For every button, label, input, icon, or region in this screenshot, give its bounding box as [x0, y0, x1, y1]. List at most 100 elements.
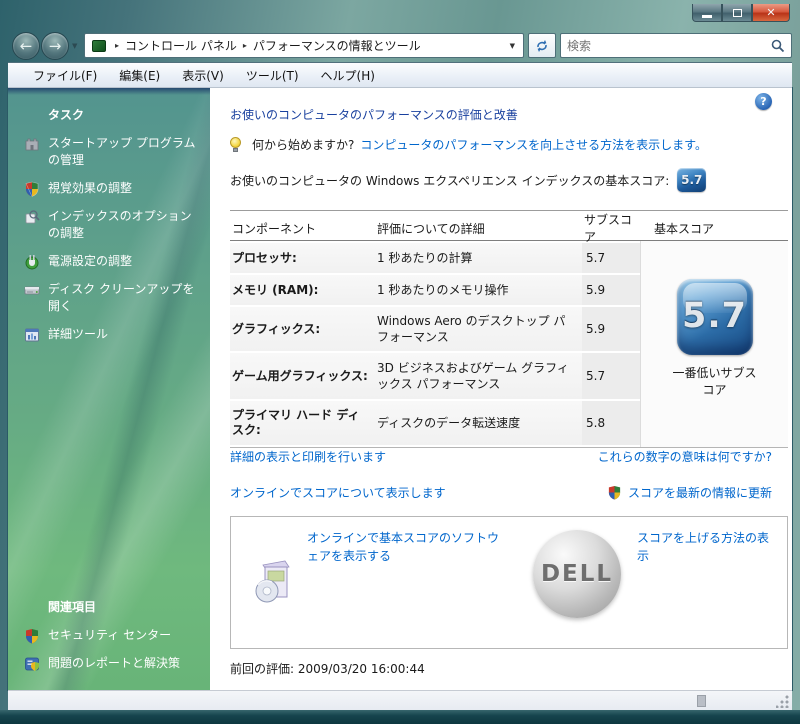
menu-help[interactable]: ヘルプ(H) — [310, 64, 386, 87]
refresh-score-link[interactable]: スコアを最新の情報に更新 — [607, 484, 772, 501]
dell-logo-text: DELL — [540, 561, 614, 587]
security-shield-icon — [26, 629, 38, 644]
view-print-details-link[interactable]: 詳細の表示と印刷を行います — [230, 448, 386, 465]
forward-button[interactable]: → — [41, 32, 69, 60]
row-detail: 1 秒あたりの計算 — [377, 251, 473, 265]
breadcrumb-separator-icon[interactable]: ▸ — [109, 41, 125, 50]
col-header-component: コンポーネント — [232, 221, 317, 236]
base-score-big-badge: 5.7 — [676, 279, 753, 355]
view-scores-online-link[interactable]: オンラインでスコアについて表示します — [230, 484, 446, 501]
row-detail: ディスクのデータ転送速度 — [377, 416, 521, 430]
refresh-button[interactable] — [528, 33, 556, 58]
col-header-subscore: サブスコア — [584, 213, 633, 244]
wei-score-table: コンポーネント 評価についての詳細 サブスコア 基本スコア プロセッサ: 1 秒… — [230, 210, 788, 448]
recent-pages-dropdown[interactable]: ▼ — [72, 42, 77, 50]
row-subscore: 5.7 — [582, 353, 640, 399]
table-body: プロセッサ: 1 秒あたりの計算 5.7 メモリ (RAM): 1 秒あたりのメ… — [230, 241, 788, 447]
table-row: グラフィックス: Windows Aero のデスクトップ パフォーマンス 5.… — [230, 307, 640, 351]
disk-drive-icon — [24, 286, 40, 295]
maximize-icon — [732, 8, 742, 17]
hint-row: 何から始めますか? コンピュータのパフォーマンスを向上させる方法を表示します。 — [230, 136, 707, 153]
sidebar-item-label: セキュリティ センター — [48, 628, 172, 642]
help-button[interactable]: ? — [755, 93, 772, 110]
sidebar-item-label: ディスク クリーンアップを開く — [48, 282, 195, 313]
sidebar-item-adjust-visual-effects[interactable]: 視覚効果の調整 — [24, 180, 196, 197]
sidebar-item-label: 視覚効果の調整 — [48, 181, 133, 195]
sidebar-item-label: 電源設定の調整 — [48, 254, 133, 268]
sidebar-item-manage-startup[interactable]: スタートアップ プログラムの管理 — [24, 135, 196, 169]
table-row: プロセッサ: 1 秒あたりの計算 5.7 — [230, 243, 640, 273]
task-pane: タスク スタートアップ プログラムの管理 視覚効果の調整 インデックスのオプショ… — [8, 88, 210, 690]
hint-prefix: 何から始めますか? — [252, 138, 355, 152]
client-area: タスク スタートアップ プログラムの管理 視覚効果の調整 インデックスのオプショ… — [7, 87, 793, 691]
close-button[interactable]: ✕ — [752, 4, 790, 22]
task-pane-inner: タスク スタートアップ プログラムの管理 視覚効果の調整 インデックスのオプショ… — [8, 88, 210, 671]
back-button[interactable]: ← — [12, 32, 40, 60]
software-box-icon — [255, 560, 290, 603]
search-icon[interactable] — [771, 39, 785, 53]
menu-view[interactable]: 表示(V) — [171, 64, 235, 87]
col-header-basescore: 基本スコア — [654, 221, 715, 236]
base-score-badge: 5.7 — [677, 168, 707, 192]
refresh-icon — [537, 39, 547, 52]
breadcrumb-control-panel[interactable]: コントロール パネル — [125, 37, 237, 54]
minimize-icon — [702, 14, 712, 18]
view-software-online-link[interactable]: オンラインで基本スコアのソフトウェアを表示する — [307, 529, 505, 565]
defender-castle-icon — [25, 138, 39, 151]
breadcrumb-performance-tools[interactable]: パフォーマンスの情報とツール — [253, 37, 421, 54]
tasks-heading: タスク — [48, 108, 85, 122]
refresh-score-label: スコアを最新の情報に更新 — [627, 486, 772, 500]
menu-bar: ファイル(F) 編集(E) 表示(V) ツール(T) ヘルプ(H) — [8, 62, 792, 88]
sidebar-item-security-center[interactable]: セキュリティ センター — [24, 627, 196, 644]
lightbulb-icon — [230, 137, 242, 152]
search-box — [560, 33, 792, 58]
power-plug-icon — [25, 255, 39, 270]
status-bar — [8, 690, 792, 710]
sidebar-item-advanced-tools[interactable]: 詳細ツール — [24, 326, 196, 343]
help-icon: ? — [760, 95, 767, 108]
raise-score-link[interactable]: スコアを上げる方法の表示 — [637, 529, 775, 565]
uac-shield-icon — [25, 181, 39, 197]
minimize-button[interactable] — [692, 4, 722, 22]
advanced-tools-icon — [25, 328, 39, 342]
sidebar-item-label: 問題のレポートと解決策 — [48, 656, 181, 670]
row-subscore: 5.7 — [582, 243, 640, 273]
menu-edit[interactable]: 編集(E) — [108, 64, 171, 87]
menu-tools[interactable]: ツール(T) — [235, 64, 310, 87]
row-detail: Windows Aero のデスクトップ パフォーマンス — [377, 314, 566, 344]
resize-grip[interactable] — [776, 694, 790, 708]
table-row: プライマリ ハード ディスク: ディスクのデータ転送速度 5.8 — [230, 401, 640, 445]
problem-reports-icon — [25, 657, 39, 671]
back-icon: ← — [19, 37, 33, 55]
row-subscore: 5.9 — [582, 275, 640, 305]
page-title: お使いのコンピュータのパフォーマンスの評価と改善 — [230, 108, 518, 122]
table-header-row: コンポーネント 評価についての詳細 サブスコア 基本スコア — [230, 211, 788, 244]
col-header-detail: 評価についての詳細 — [377, 221, 485, 236]
close-icon: ✕ — [766, 6, 776, 19]
related-items-section: 関連項目 セキュリティ センター 問題のレポートと解決策 — [24, 596, 196, 683]
last-rated-text: 前回の評価: 2009/03/20 16:00:44 — [230, 662, 425, 676]
window-performance-info-tools: ✕ ← → ▼ ▸ コントロール パネル ▸ パフォーマンスの情報とツール ▼ — [0, 0, 800, 724]
sidebar-item-adjust-power-settings[interactable]: 電源設定の調整 — [24, 253, 196, 270]
row-subscore: 5.9 — [582, 307, 640, 351]
main-content: ? お使いのコンピュータのパフォーマンスの評価と改善 何から始めますか? コンピ… — [210, 88, 792, 690]
what-numbers-mean-link[interactable]: これらの数字の意味は何ですか? — [598, 448, 772, 465]
breadcrumb-separator-icon[interactable]: ▸ — [237, 41, 253, 50]
sidebar-item-open-disk-cleanup[interactable]: ディスク クリーンアップを開く — [24, 281, 196, 315]
maximize-button[interactable] — [722, 4, 752, 22]
improve-performance-link[interactable]: コンピュータのパフォーマンスを向上させる方法を表示します。 — [360, 136, 707, 153]
table-row: ゲーム用グラフィックス: 3D ビジネスおよびゲーム グラフィックス パフォーマ… — [230, 353, 640, 399]
uac-shield-icon — [608, 485, 621, 500]
row-detail: 3D ビジネスおよびゲーム グラフィックス パフォーマンス — [377, 361, 569, 391]
row-component: プライマリ ハード ディスク: — [232, 408, 360, 437]
address-bar[interactable]: ▸ コントロール パネル ▸ パフォーマンスの情報とツール ▼ — [84, 33, 524, 58]
base-score-label: お使いのコンピュータの Windows エクスペリエンス インデックスの基本スコ… — [230, 173, 670, 188]
related-items-heading: 関連項目 — [48, 600, 97, 614]
search-input[interactable] — [567, 38, 771, 53]
address-dropdown-icon[interactable]: ▼ — [506, 42, 519, 50]
links-row-2: オンラインでスコアについて表示します スコアを最新の情報に更新 — [230, 484, 772, 501]
sidebar-item-problem-reports[interactable]: 問題のレポートと解決策 — [24, 655, 196, 672]
sidebar-item-adjust-indexing-options[interactable]: インデックスのオプションの調整 — [24, 208, 196, 242]
sidebar-item-label: インデックスのオプションの調整 — [48, 209, 192, 240]
menu-file[interactable]: ファイル(F) — [22, 64, 108, 87]
